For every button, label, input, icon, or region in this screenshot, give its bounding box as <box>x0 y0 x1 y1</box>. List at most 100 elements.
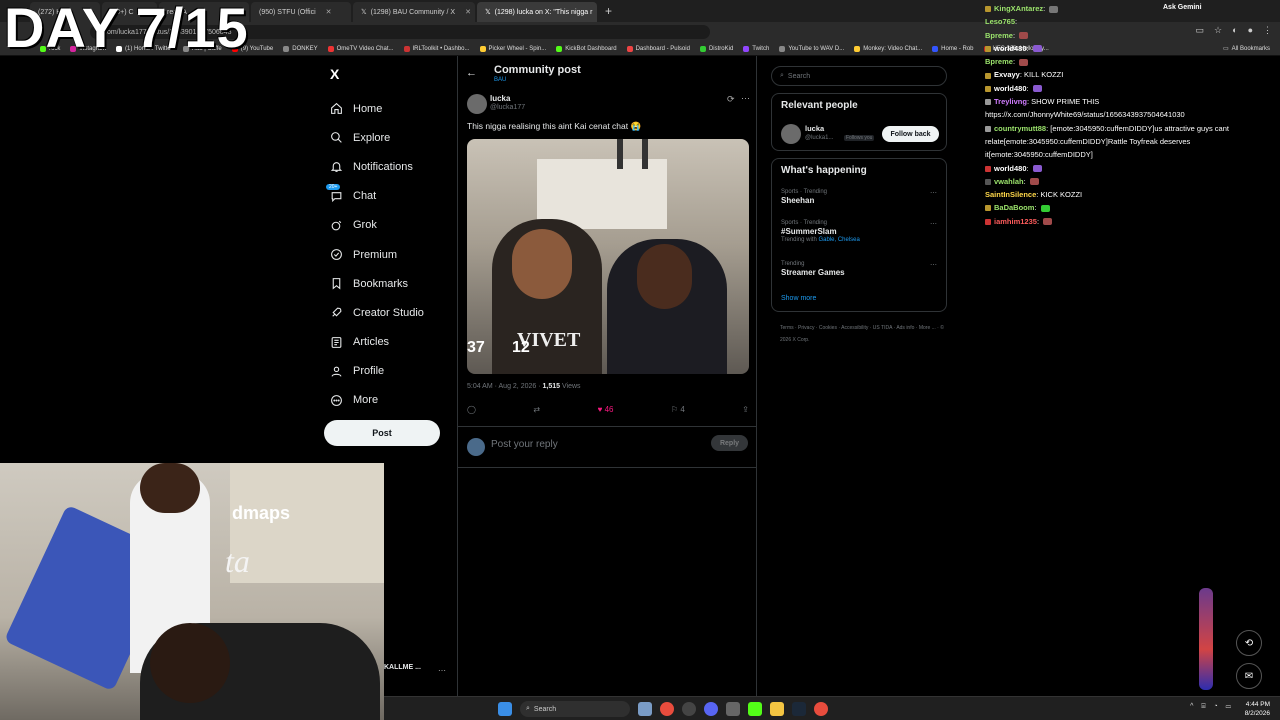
post-media[interactable]: VIVET 37 12 <box>467 139 749 374</box>
post-timestamp[interactable]: 5:04 AM · Aug 2, 2026 · <box>467 383 543 390</box>
app-icon[interactable] <box>726 702 740 716</box>
sidebar-item-creator-studio[interactable]: Creator Studio <box>330 298 424 327</box>
community-link[interactable]: BAU <box>494 77 506 83</box>
author-handle[interactable]: @lucka177 <box>490 104 525 111</box>
chat-username: KingXAntarez <box>994 4 1044 13</box>
steam-icon[interactable] <box>792 702 806 716</box>
close-icon[interactable]: ✕ <box>326 8 332 16</box>
system-tray[interactable]: ^ ⌸ ◔ ▭ <box>1190 703 1234 711</box>
emote-icon <box>1019 58 1029 66</box>
trend-category: Sports · Trending <box>781 189 828 195</box>
badge-icon <box>985 85 991 92</box>
sidebar-item-profile[interactable]: Profile <box>330 357 424 386</box>
sidebar-item-notifications[interactable]: Notifications <box>330 152 424 181</box>
trend-name: Streamer Games <box>781 268 845 277</box>
bookmark[interactable]: Dashboard - Pulsoid <box>626 45 690 52</box>
sidebar-item-home[interactable]: Home <box>330 94 424 123</box>
sidebar-item-articles[interactable]: Articles <box>330 328 424 357</box>
trend-context: Trending with Gable, Chelsea <box>781 237 860 243</box>
chrome-icon[interactable] <box>660 702 674 716</box>
sidebar-item-premium[interactable]: Premium <box>330 240 424 269</box>
follow-back-button[interactable]: Follow back <box>882 126 939 142</box>
chat-message: Leso765: <box>985 17 1018 27</box>
grok-fab-icon[interactable]: ⟲ <box>1236 630 1262 656</box>
panel-title: What's happening <box>781 165 867 176</box>
chat-username: Exvayy <box>994 70 1020 80</box>
x-logo-icon[interactable]: X <box>330 66 339 82</box>
more-options-icon[interactable]: ⋯ <box>930 189 937 197</box>
author-name[interactable]: lucka <box>490 94 510 103</box>
reply-button[interactable]: Reply <box>711 435 748 451</box>
bookmark[interactable]: Monkey: Video Chat... <box>854 45 922 52</box>
sidebar-item-grok[interactable]: Grok <box>330 211 424 240</box>
bookmark[interactable]: IRLToolkit • Dashbo... <box>403 45 470 52</box>
browser-tab-active[interactable]: 𝕏(1298) lucka on X: "This nigga r✕ <box>477 2 597 22</box>
sidebar-item-explore[interactable]: Explore <box>330 123 424 152</box>
footer-links[interactable]: Terms · Privacy · Cookies · Accessibilit… <box>780 322 950 346</box>
chat-username: Treylivng <box>994 97 1027 107</box>
bookmark[interactable]: Home - Rob <box>932 45 974 52</box>
bookmark-count: 4 <box>680 405 685 414</box>
discord-icon[interactable] <box>704 702 718 716</box>
taskbar-search[interactable]: ⌕ Search <box>520 701 630 717</box>
new-tab-icon[interactable]: + <box>605 4 612 18</box>
post-button[interactable]: Post <box>324 420 440 446</box>
bookmark-favicon-icon <box>854 45 861 52</box>
bookmark-favicon-icon <box>779 45 786 52</box>
more-options-icon[interactable]: ⋯ <box>930 220 937 228</box>
obs-icon[interactable] <box>682 702 696 716</box>
browser-tab[interactable]: (950) STFU (Offici ✕ <box>251 2 351 22</box>
sidebar-nav: Home Explore Notifications 20+ Chat Grok… <box>326 94 424 415</box>
chrome-icon[interactable] <box>814 702 828 716</box>
x-logo-icon: 𝕏 <box>485 9 491 16</box>
bookmark[interactable]: OmeTV Video Chat... <box>327 45 394 52</box>
file-explorer-icon[interactable] <box>770 702 784 716</box>
bookmark[interactable]: Twitch <box>743 45 770 52</box>
share-icon[interactable]: ⇪ <box>742 405 749 414</box>
kick-icon[interactable] <box>748 702 762 716</box>
trend-context-links[interactable]: Gable, Chelsea <box>818 237 859 243</box>
browser-tab[interactable]: 𝕏 (1298) BAU Community / X ✕ <box>353 2 475 22</box>
bookmark-button[interactable]: ⚐ 4 <box>671 405 685 414</box>
chat-username: BaDaBoom <box>994 203 1035 213</box>
windows-taskbar: ⌕ Search ^ ⌸ ◔ ▭ 4:44 PM 8/2/2026 <box>384 696 1280 720</box>
bookmark-favicon-icon <box>932 45 939 52</box>
badge-icon <box>985 178 991 185</box>
more-options-icon[interactable]: ⋯ <box>930 261 937 269</box>
trend-item[interactable]: Sports · Trending Sheehan <box>781 189 827 205</box>
person-name[interactable]: lucka <box>805 124 824 133</box>
avatar[interactable] <box>781 124 801 144</box>
bookmark[interactable]: DistroKid <box>699 45 733 52</box>
more-options-icon[interactable]: ⋯ <box>741 93 750 104</box>
clock-time: 4:44 PM <box>1245 701 1270 708</box>
bookmark[interactable]: Picker Wheel - Spin... <box>479 45 546 52</box>
sidebar-item-more[interactable]: More <box>330 386 424 415</box>
bookmark[interactable]: DONKEY <box>283 45 318 52</box>
chat-message: KingXAntarez: <box>985 2 1275 15</box>
trend-item[interactable]: Sports · Trending #SummerSlam Trending w… <box>781 220 860 243</box>
bookmark-label: Twitch <box>752 45 770 52</box>
author-avatar[interactable] <box>467 94 487 114</box>
back-arrow-icon[interactable]: ← <box>466 67 477 79</box>
widgets-icon[interactable] <box>638 702 652 716</box>
messages-fab-icon[interactable]: ✉ <box>1236 663 1262 689</box>
bookmark[interactable]: YouTube to WAV D... <box>779 45 844 52</box>
bookmark[interactable]: KickBot Dashboard <box>556 45 617 52</box>
trend-item[interactable]: Trending Streamer Games <box>781 261 845 277</box>
grok-icon[interactable]: ⟳ <box>727 94 735 105</box>
reply-input[interactable]: Post your reply <box>491 439 558 450</box>
windows-start-icon[interactable] <box>498 702 512 716</box>
account-switcher-name[interactable]: KALLME ... <box>384 664 421 671</box>
more-options-icon[interactable]: ⋯ <box>438 666 446 675</box>
panel-title: Relevant people <box>781 100 858 111</box>
repost-icon[interactable]: ⇄ <box>533 405 540 414</box>
sidebar-item-chat[interactable]: 20+ Chat <box>326 182 424 211</box>
search-input[interactable]: ⌕ Search <box>771 66 947 86</box>
sidebar-item-bookmarks[interactable]: Bookmarks <box>330 269 424 298</box>
close-icon[interactable]: ✕ <box>465 8 471 16</box>
like-button[interactable]: ♥ 46 <box>598 405 614 414</box>
clock[interactable]: 4:44 PM 8/2/2026 <box>1245 700 1270 718</box>
reply-icon[interactable]: ◯ <box>467 405 476 414</box>
show-more-link[interactable]: Show more <box>781 295 816 302</box>
person-handle[interactable]: @lucka1... <box>805 135 833 141</box>
